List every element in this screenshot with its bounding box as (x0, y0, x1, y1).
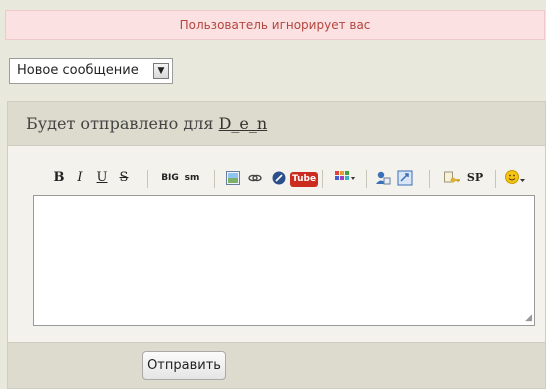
spoiler-button[interactable]: SP (466, 168, 484, 188)
small-text-button[interactable]: sm (184, 168, 200, 188)
toolbar-separator (429, 170, 430, 188)
chevron-down-icon[interactable]: ▼ (153, 63, 169, 79)
youtube-label: Tube (290, 172, 319, 187)
quote-user-icon[interactable] (375, 168, 391, 188)
toolbar-separator (322, 170, 323, 188)
message-textarea[interactable]: ◢ (33, 195, 535, 326)
quote-icon[interactable] (397, 168, 413, 188)
compose-header: Будет отправлено для D_e_n (8, 102, 545, 146)
editor-toolbar: B I U S BIG sm Tube SP (8, 168, 538, 190)
insert-flash-icon[interactable] (271, 168, 287, 188)
compose-title-prefix: Будет отправлено для (26, 114, 214, 133)
toolbar-separator (214, 170, 215, 188)
color-picker-icon[interactable] (334, 168, 356, 188)
send-button[interactable]: Отправить (142, 351, 226, 380)
bold-button[interactable]: B (52, 168, 66, 188)
italic-button[interactable]: I (73, 168, 87, 188)
insert-image-icon[interactable] (225, 168, 241, 188)
underline-button[interactable]: U (95, 168, 109, 188)
toolbar-separator (366, 170, 367, 188)
message-type-select[interactable]: Новое сообщение ▼ (9, 58, 173, 84)
youtube-icon[interactable]: Tube (290, 168, 319, 188)
compose-footer: Отправить (8, 342, 545, 388)
message-type-value: Новое сообщение (17, 63, 139, 78)
code-key-icon[interactable] (444, 168, 460, 188)
recipient-link[interactable]: D_e_n (219, 114, 268, 133)
resize-grip-icon[interactable]: ◢ (525, 313, 532, 323)
compose-panel: Будет отправлено для D_e_n B I U S BIG s… (7, 101, 546, 389)
strikethrough-button[interactable]: S (117, 168, 131, 188)
compose-title: Будет отправлено для D_e_n (26, 114, 267, 133)
insert-link-icon[interactable] (247, 168, 263, 188)
ignore-alert: Пользователь игнорирует вас (5, 10, 545, 40)
big-text-button[interactable]: BIG (159, 168, 181, 188)
toolbar-separator (147, 170, 148, 188)
alert-text: Пользователь игнорирует вас (179, 18, 371, 32)
smiley-icon[interactable] (504, 168, 528, 188)
toolbar-separator (495, 170, 496, 188)
